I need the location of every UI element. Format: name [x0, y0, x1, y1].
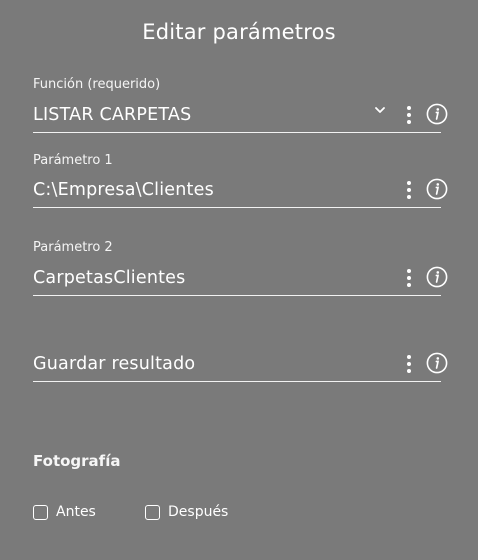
funcion-field: Función (requerido) LISTAR CARPETAS [33, 77, 448, 133]
parametro2-field: Parámetro 2 CarpetasClientes [33, 240, 448, 296]
funcion-value: LISTAR CARPETAS [33, 105, 192, 125]
info-icon[interactable] [426, 352, 448, 374]
more-vertical-icon[interactable] [405, 105, 413, 125]
parametro1-field: Parámetro 1 C:\Empresa\Clientes [33, 153, 448, 208]
info-icon[interactable] [426, 178, 448, 200]
funcion-label: Función (requerido) [33, 77, 161, 92]
guardar-input[interactable]: Guardar resultado [33, 350, 448, 382]
parametro2-value: CarpetasClientes [33, 268, 186, 288]
despues-checkbox-option[interactable]: Después [145, 503, 228, 521]
info-icon[interactable] [426, 266, 448, 288]
more-vertical-icon[interactable] [405, 180, 413, 200]
parametro2-label: Parámetro 2 [33, 240, 113, 255]
parametro2-input[interactable]: CarpetasClientes [33, 264, 448, 296]
antes-checkbox[interactable] [33, 504, 48, 520]
parametro1-input[interactable]: C:\Empresa\Clientes [33, 176, 448, 208]
guardar-field: Guardar resultado [33, 350, 448, 382]
parametro1-value: C:\Empresa\Clientes [33, 180, 214, 200]
antes-checkbox-option[interactable]: Antes [33, 503, 96, 521]
fotografia-title: Fotografía [33, 452, 121, 470]
more-vertical-icon[interactable] [405, 268, 413, 288]
guardar-value: Guardar resultado [33, 354, 196, 374]
more-vertical-icon[interactable] [405, 354, 413, 374]
chevron-down-icon[interactable] [373, 103, 387, 117]
despues-label: Después [168, 504, 229, 520]
despues-checkbox[interactable] [145, 504, 160, 520]
dialog-title: Editar parámetros [142, 20, 336, 44]
funcion-select[interactable]: LISTAR CARPETAS [33, 101, 448, 133]
antes-label: Antes [56, 504, 96, 520]
info-icon[interactable] [426, 103, 448, 125]
parametro1-label: Parámetro 1 [33, 153, 113, 168]
